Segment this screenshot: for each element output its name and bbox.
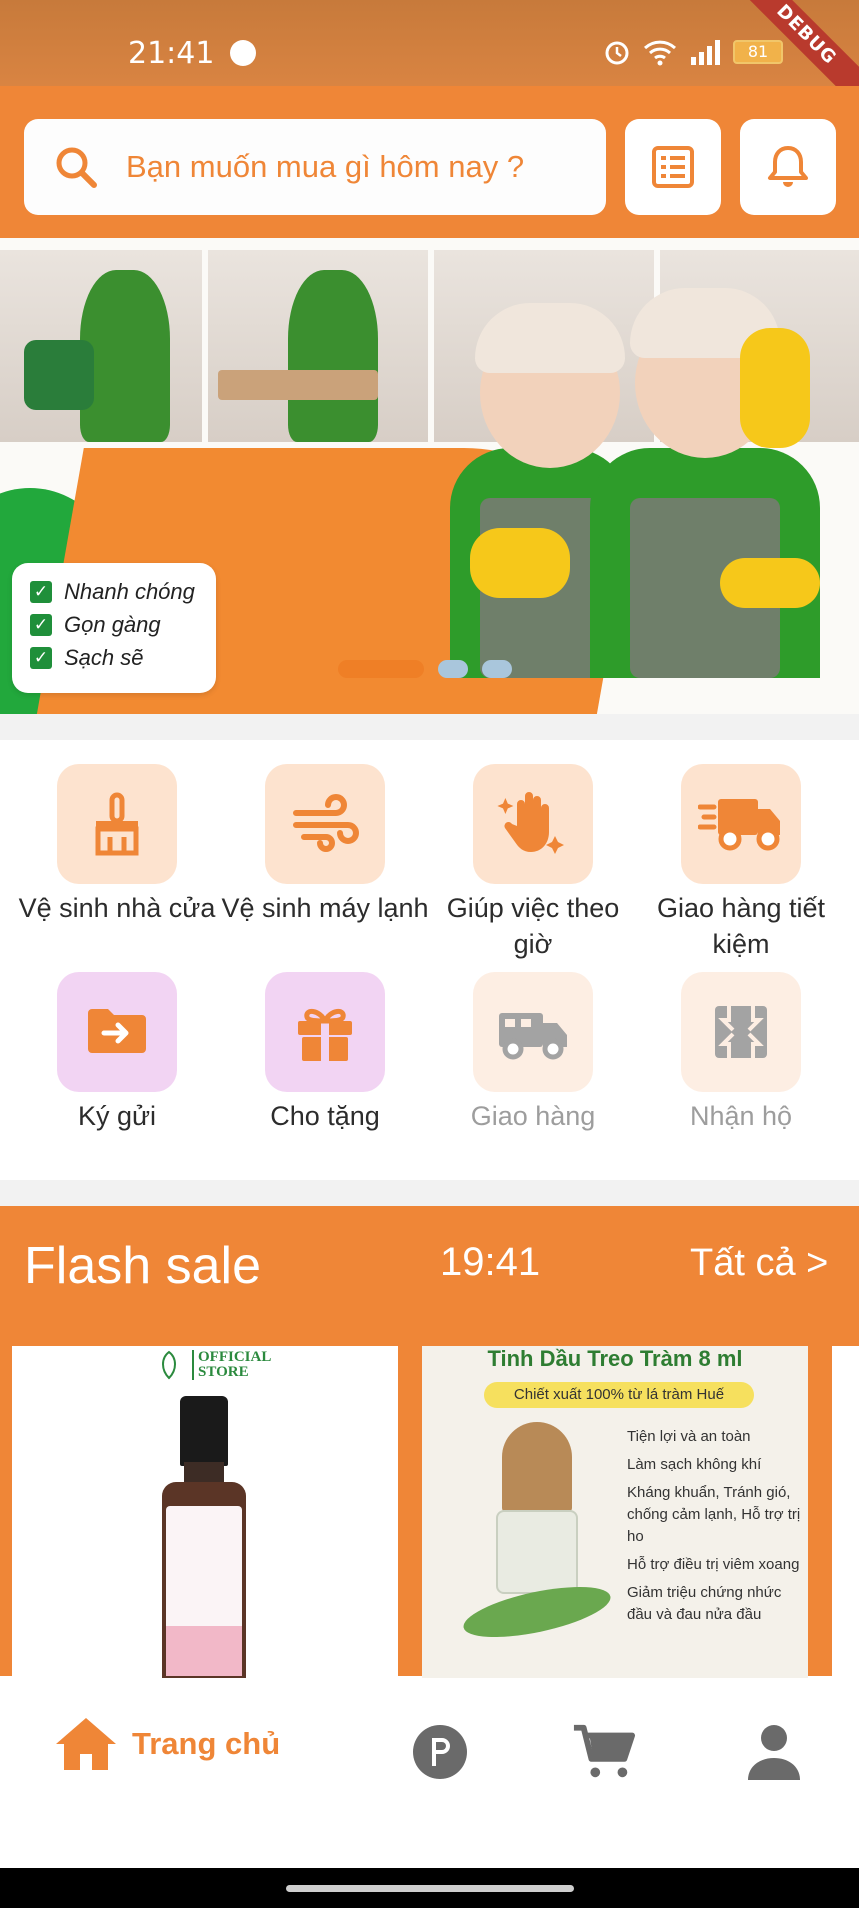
checklist-item: ✓ Nhanh chóng (30, 575, 216, 608)
points-icon (413, 1725, 467, 1779)
service-cleaning-house[interactable]: Vệ sinh nhà cửa (12, 764, 222, 962)
nav-home-label: Trang chủ (132, 1726, 281, 1761)
service-gifting[interactable]: Cho tặng (220, 972, 430, 1170)
service-hourly-help[interactable]: Giúp việc theo giờ (428, 764, 638, 962)
app-screen: 21:41 81 DEBUG Bạn muốn mua gì hôm nay ? (0, 0, 859, 1908)
bottom-navigation: Trang chủ (0, 1678, 859, 1868)
home-indicator[interactable] (286, 1885, 574, 1892)
delivery-truck-icon (681, 764, 801, 884)
leaf-logo-icon (162, 1350, 176, 1380)
service-label: Giúp việc theo giờ (446, 893, 620, 959)
service-consignment[interactable]: Ký gửi (12, 972, 222, 1170)
product-feature: Hỗ trợ điều trị viêm xoang (627, 1556, 800, 1573)
status-bar: 21:41 81 DEBUG (0, 0, 859, 120)
nav-home[interactable]: Trang chủ (52, 1714, 280, 1774)
broom-icon (57, 764, 177, 884)
folder-arrow-icon (57, 972, 177, 1092)
store-badge-text: OFFICIAL STORE (192, 1350, 271, 1380)
messenger-icon (230, 40, 256, 66)
carousel-dot-active[interactable] (338, 660, 424, 678)
banner-checklist: ✓ Nhanh chóng ✓ Gọn gàng ✓ Sạch sẽ (12, 563, 216, 693)
product-features: Tiện lợi và an toàn Làm sạch không khí K… (627, 1426, 807, 1632)
flash-sale-section: Flash sale 19:41 Tất cả > OFFICIAL STORE… (0, 1206, 859, 1686)
product-feature: Kháng khuẩn, Tránh gió, chống cảm lạnh, … (627, 1484, 801, 1545)
package-icon (681, 972, 801, 1092)
service-label: Vệ sinh nhà cửa (18, 893, 216, 923)
checklist-text: Nhanh chóng (64, 578, 195, 604)
promo-banner[interactable]: ✓ Nhanh chóng ✓ Gọn gàng ✓ Sạch sẽ (0, 238, 859, 714)
service-economy-delivery[interactable]: Giao hàng tiết kiệm (636, 764, 846, 962)
wind-icon (265, 764, 385, 884)
flash-sale-title: Flash sale (24, 1237, 261, 1295)
service-grid: Vệ sinh nhà cửa Vệ sinh máy lạnh Giúp vi… (0, 740, 859, 1180)
carousel-indicators (338, 660, 512, 678)
service-label: Nhận hộ (689, 1101, 793, 1131)
checkbox-icon: ✓ (30, 646, 52, 669)
flash-sale-countdown: 19:41 (440, 1240, 541, 1284)
product-feature: Giảm triệu chứng nhức đầu và đau nửa đầu (627, 1584, 782, 1623)
section-divider (0, 1180, 859, 1206)
alarm-icon (605, 41, 629, 65)
search-input[interactable]: Bạn muốn mua gì hôm nay ? (126, 149, 524, 185)
service-delivery[interactable]: Giao hàng (428, 972, 638, 1170)
search-bar[interactable]: Bạn muốn mua gì hôm nay ? (24, 119, 606, 215)
user-icon (748, 1725, 800, 1780)
banner-photo-2 (208, 250, 428, 442)
nav-points[interactable] (408, 1720, 472, 1784)
checklist-text: Gọn gàng (64, 611, 161, 637)
section-divider (0, 714, 859, 740)
banner-photo-1 (0, 250, 202, 442)
carousel-dot[interactable] (482, 660, 512, 678)
service-label: Giao hàng tiết kiệm (656, 893, 826, 959)
checkbox-icon: ✓ (30, 580, 52, 603)
list-button[interactable] (625, 119, 721, 215)
notification-button[interactable] (740, 119, 836, 215)
carousel-dot[interactable] (438, 660, 468, 678)
status-icons: 81 (603, 38, 783, 66)
service-label: Cho tặng (270, 1101, 380, 1131)
product-feature: Làm sạch không khí (627, 1456, 762, 1473)
checklist-item: ✓ Sạch sẽ (30, 641, 216, 674)
truck-icon (473, 972, 593, 1092)
product-subtitle: Chiết xuất 100% từ lá tràm Huế (484, 1382, 754, 1408)
service-cleaning-ac[interactable]: Vệ sinh máy lạnh (220, 764, 430, 962)
system-navigation-bar (0, 1868, 859, 1908)
see-all-link[interactable]: Tất cả > (690, 1242, 828, 1285)
product-card-partial[interactable] (832, 1346, 859, 1686)
store-badge-line1: OFFICIAL (198, 1349, 272, 1365)
app-header: Bạn muốn mua gì hôm nay ? (0, 86, 859, 238)
gift-icon (265, 972, 385, 1092)
checkbox-icon: ✓ (30, 613, 52, 636)
wifi-icon (643, 40, 677, 66)
checklist-item: ✓ Gọn gàng (30, 608, 216, 641)
product-card[interactable]: OFFICIAL STORE (12, 1346, 398, 1686)
product-feature: Tiện lợi và an toàn (627, 1428, 751, 1445)
nav-cart[interactable] (572, 1720, 636, 1784)
list-icon (652, 146, 694, 188)
service-label: Vệ sinh máy lạnh (221, 893, 429, 923)
product-image-bottle (162, 1396, 246, 1686)
store-badge-line2: STORE (198, 1364, 249, 1380)
official-store-badge: OFFICIAL STORE (152, 1350, 271, 1380)
status-time: 21:41 (128, 36, 215, 71)
nav-profile[interactable] (742, 1720, 806, 1784)
hand-sparkle-icon (473, 764, 593, 884)
product-card[interactable]: Tinh Dầu Treo Tràm 8 ml Chiết xuất 100% … (422, 1346, 808, 1686)
service-label: Ký gửi (77, 1101, 157, 1131)
product-title: Tinh Dầu Treo Tràm 8 ml (487, 1346, 743, 1371)
battery-icon: 81 (733, 40, 783, 64)
service-receive-on-behalf[interactable]: Nhận hộ (636, 972, 846, 1170)
service-label: Giao hàng (470, 1101, 596, 1131)
cart-icon (573, 1724, 636, 1778)
signal-icon (691, 40, 720, 65)
product-image-diffuser (459, 1422, 615, 1648)
home-icon (56, 1718, 116, 1770)
search-icon (56, 147, 97, 188)
checklist-text: Sạch sẽ (64, 644, 144, 670)
bell-icon (768, 146, 808, 187)
